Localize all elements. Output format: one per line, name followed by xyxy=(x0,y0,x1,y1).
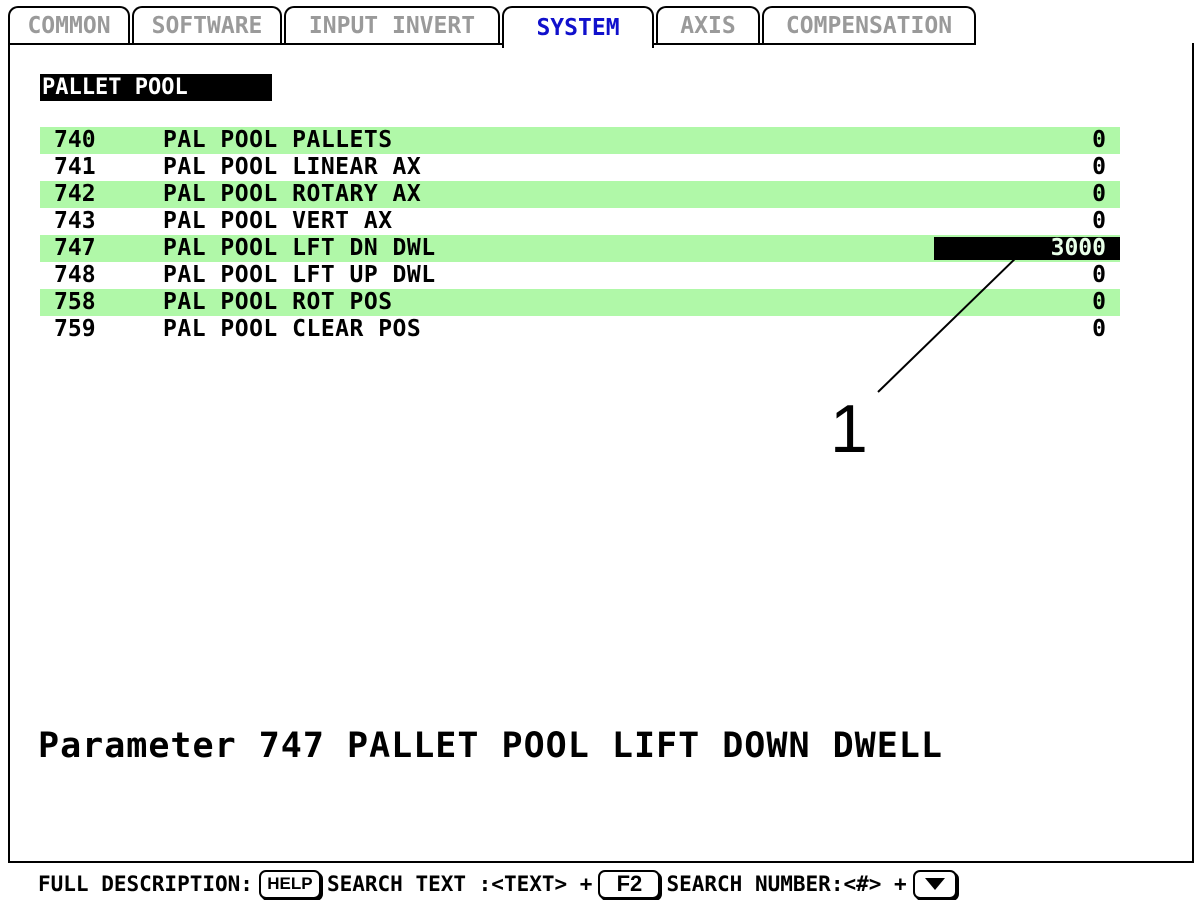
callout-number: 1 xyxy=(830,391,868,467)
help-key-button[interactable]: HELP xyxy=(258,869,321,899)
search-text-label: SEARCH TEXT :<TEXT> + xyxy=(326,872,593,896)
down-arrow-icon xyxy=(924,878,945,890)
tab-bar-divider xyxy=(654,43,976,45)
full-description-label: FULL DESCRIPTION: xyxy=(38,872,253,896)
down-arrow-key-button[interactable] xyxy=(912,869,957,899)
tab-bar-divider xyxy=(8,43,502,45)
parameter-description: Parameter 747 PALLET POOL LIFT DOWN DWEL… xyxy=(38,726,943,766)
f2-key-button[interactable]: F2 xyxy=(598,869,661,899)
tab-system[interactable]: SYSTEM xyxy=(502,6,654,48)
help-footer: FULL DESCRIPTION: HELP SEARCH TEXT :<TEX… xyxy=(38,868,963,900)
search-number-label: SEARCH NUMBER:<#> + xyxy=(666,872,907,896)
